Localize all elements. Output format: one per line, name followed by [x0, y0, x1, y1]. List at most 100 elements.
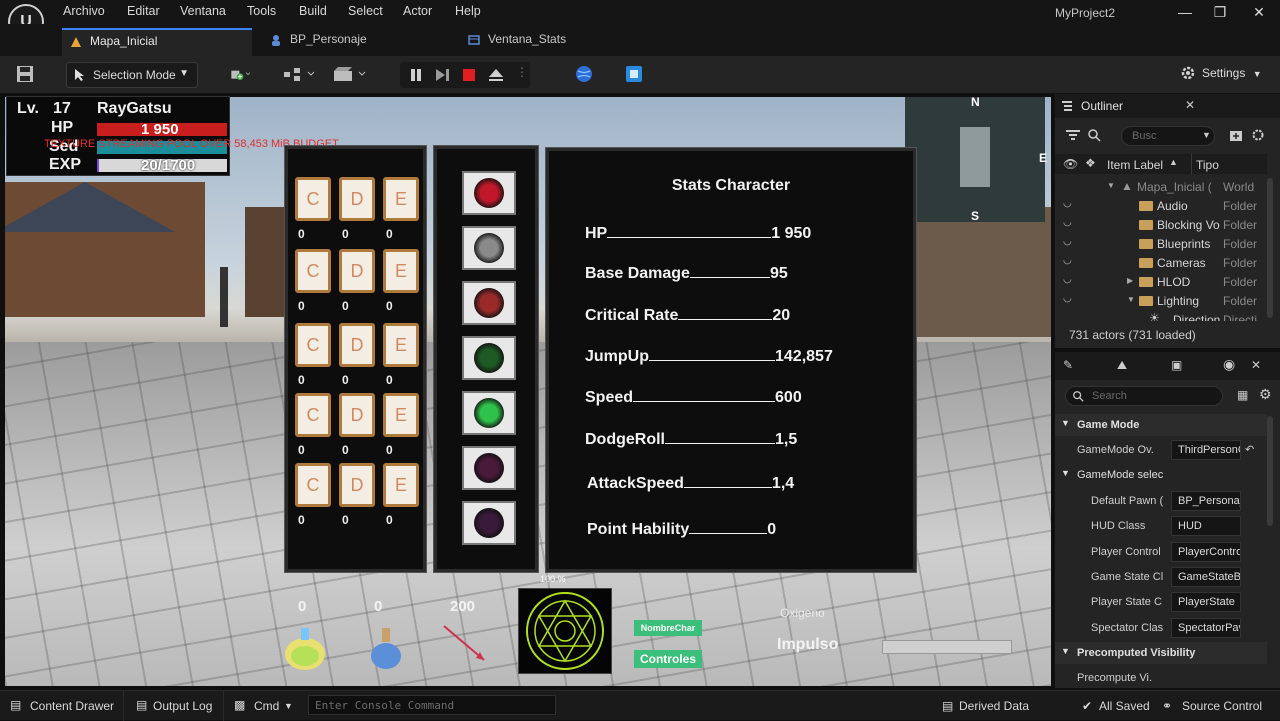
eject-icon[interactable]	[488, 68, 504, 82]
menu-editar[interactable]: Editar	[127, 4, 160, 18]
close-icon[interactable]: ✕	[1251, 358, 1261, 372]
close-icon[interactable]: ✕	[1185, 98, 1195, 112]
equipment-slot[interactable]	[462, 281, 516, 325]
outliner-scrollbar[interactable]	[1267, 178, 1273, 318]
outliner-row[interactable]: ◡ Blueprints Folder	[1055, 235, 1267, 254]
inventory-slot[interactable]: E	[383, 393, 419, 437]
section-game-mode[interactable]: ▼ Game Mode	[1055, 414, 1267, 436]
inventory-slot[interactable]: E	[383, 323, 419, 367]
add-actor-icon[interactable]	[230, 65, 250, 83]
menu-select[interactable]: Select	[348, 4, 383, 18]
inventory-slot[interactable]: D	[339, 393, 375, 437]
column-type[interactable]: Tipo	[1196, 158, 1219, 172]
menu-build[interactable]: Build	[299, 4, 327, 18]
property-value[interactable]: GameStateBa	[1171, 566, 1241, 587]
inventory-slot[interactable]: E	[383, 463, 419, 507]
visibility-eye-icon[interactable]: ◡	[1063, 198, 1072, 209]
menu-ventana[interactable]: Ventana	[180, 4, 226, 18]
outliner-row[interactable]: ◡ Cameras Folder	[1055, 254, 1267, 273]
table-view-icon[interactable]: ▦	[1237, 388, 1248, 402]
tab-bp-personaje[interactable]: BP_Personaje	[262, 28, 452, 56]
output-log-button[interactable]: ▤ Output Log	[126, 691, 224, 721]
column-item-label[interactable]: Item Label	[1107, 158, 1163, 172]
property-value[interactable]: BP_Personaje	[1171, 491, 1241, 511]
console-command-input[interactable]: Enter Console Command	[308, 695, 556, 715]
controles-button[interactable]: Controles	[634, 650, 702, 668]
menu-archivo[interactable]: Archivo	[63, 4, 105, 18]
inventory-slot[interactable]: D	[339, 323, 375, 367]
stop-icon[interactable]	[462, 68, 476, 82]
inventory-slot[interactable]: D	[339, 177, 375, 221]
content-drawer-button[interactable]: ▤ Content Drawer	[0, 691, 124, 721]
tab-ventana-stats[interactable]: Ventana_Stats	[460, 28, 650, 56]
outliner-row[interactable]: ☀ Direction Directi	[1055, 311, 1267, 321]
menu-help[interactable]: Help	[455, 4, 481, 18]
step-frame-icon[interactable]	[435, 68, 451, 82]
outliner-row[interactable]: ◡ Blocking Vo Folder	[1055, 216, 1267, 235]
reset-arrow-icon[interactable]: ↶	[1245, 443, 1254, 456]
gear-icon[interactable]	[1251, 128, 1265, 142]
cinematics-menu-icon[interactable]	[332, 65, 368, 83]
inventory-slot[interactable]: E	[383, 177, 419, 221]
world-settings-tab-icon[interactable]: ⛰	[1117, 358, 1127, 373]
visibility-eye-icon[interactable]: ◡	[1063, 293, 1072, 304]
property-value[interactable]: HUD	[1171, 516, 1241, 537]
equipment-slot[interactable]	[462, 446, 516, 490]
gamemode-override-value[interactable]: ThirdPersonG	[1171, 440, 1241, 460]
save-icon[interactable]	[15, 65, 35, 83]
derived-data-button[interactable]: ▤ Derived Data	[938, 691, 1048, 721]
menu-actor[interactable]: Actor	[403, 4, 432, 18]
filter-icon[interactable]	[1065, 128, 1081, 142]
outliner-row[interactable]: ▼ ▲ Mapa_Inicial (World	[1055, 178, 1267, 197]
property-value[interactable]: SpectatorPav	[1171, 617, 1241, 638]
pause-icon[interactable]	[409, 68, 423, 82]
source-control-button[interactable]: ⚭ Source Control	[1160, 691, 1278, 721]
more-options-icon[interactable]: ⋮	[516, 65, 528, 79]
restore-icon[interactable]: ❐	[1210, 4, 1230, 20]
modes-tab-icon[interactable]: ◉	[1223, 356, 1235, 373]
equipment-slot[interactable]	[462, 501, 516, 545]
selection-mode-dropdown[interactable]: Selection Mode ▼	[66, 62, 198, 88]
section-gamemode-selected[interactable]: ▼ GameMode selec	[1055, 464, 1267, 486]
chevron-down-icon[interactable]: ▼	[1107, 181, 1115, 190]
inventory-slot[interactable]: D	[339, 463, 375, 507]
nombre-char-button[interactable]: NombreChar	[634, 620, 702, 636]
blueprints-menu-icon[interactable]	[282, 65, 316, 83]
outliner-row[interactable]: ◡ Audio Folder	[1055, 197, 1267, 216]
inventory-slot[interactable]: C	[295, 249, 331, 293]
property-value[interactable]: PlayerState	[1171, 592, 1241, 613]
visibility-eye-icon[interactable]: ◡	[1063, 236, 1072, 247]
platforms-globe-icon[interactable]	[574, 65, 594, 83]
outliner-row[interactable]: ◡ ▶ HLOD Folder	[1055, 273, 1267, 292]
close-icon[interactable]: ✕	[1249, 4, 1269, 20]
settings-button[interactable]: Settings ▼	[1181, 66, 1262, 80]
property-value[interactable]: PlayerControl	[1171, 541, 1241, 562]
section-precomputed-visibility[interactable]: ▼ Precomputed Visibility	[1055, 642, 1267, 664]
outliner-row[interactable]: ◡ ▼ Lighting Folder	[1055, 292, 1267, 311]
cmd-dropdown[interactable]: ▩ Cmd ▼	[226, 691, 302, 721]
visibility-eye-icon[interactable]: 👁	[1063, 157, 1078, 171]
details-search-input[interactable]: Search	[1065, 386, 1223, 406]
menu-tools[interactable]: Tools	[247, 4, 276, 18]
equipment-slot[interactable]	[462, 391, 516, 435]
chevron-right-icon[interactable]: ▶	[1127, 276, 1133, 285]
details-tab-icon[interactable]: ✎	[1063, 358, 1073, 372]
tab-mapa-inicial[interactable]: Mapa_Inicial	[62, 28, 252, 56]
visibility-eye-icon[interactable]: ◡	[1063, 217, 1072, 228]
chevron-down-icon[interactable]: ▼	[1127, 295, 1135, 304]
visibility-eye-icon[interactable]: ◡	[1063, 274, 1072, 285]
inventory-slot[interactable]: C	[295, 177, 331, 221]
equipment-slot[interactable]	[462, 336, 516, 380]
inventory-slot[interactable]: D	[339, 249, 375, 293]
all-saved-button[interactable]: ✔ All Saved	[1080, 691, 1150, 721]
add-folder-icon[interactable]	[1229, 128, 1243, 142]
visibility-eye-icon[interactable]: ◡	[1063, 255, 1072, 266]
equipment-slot[interactable]	[462, 226, 516, 270]
inventory-slot[interactable]: C	[295, 323, 331, 367]
details-scrollbar[interactable]	[1267, 416, 1273, 526]
project-launcher-icon[interactable]	[624, 65, 644, 83]
inventory-slot[interactable]: C	[295, 393, 331, 437]
inventory-slot[interactable]: E	[383, 249, 419, 293]
equipment-slot[interactable]	[462, 171, 516, 215]
minimize-icon[interactable]: —	[1175, 4, 1195, 20]
